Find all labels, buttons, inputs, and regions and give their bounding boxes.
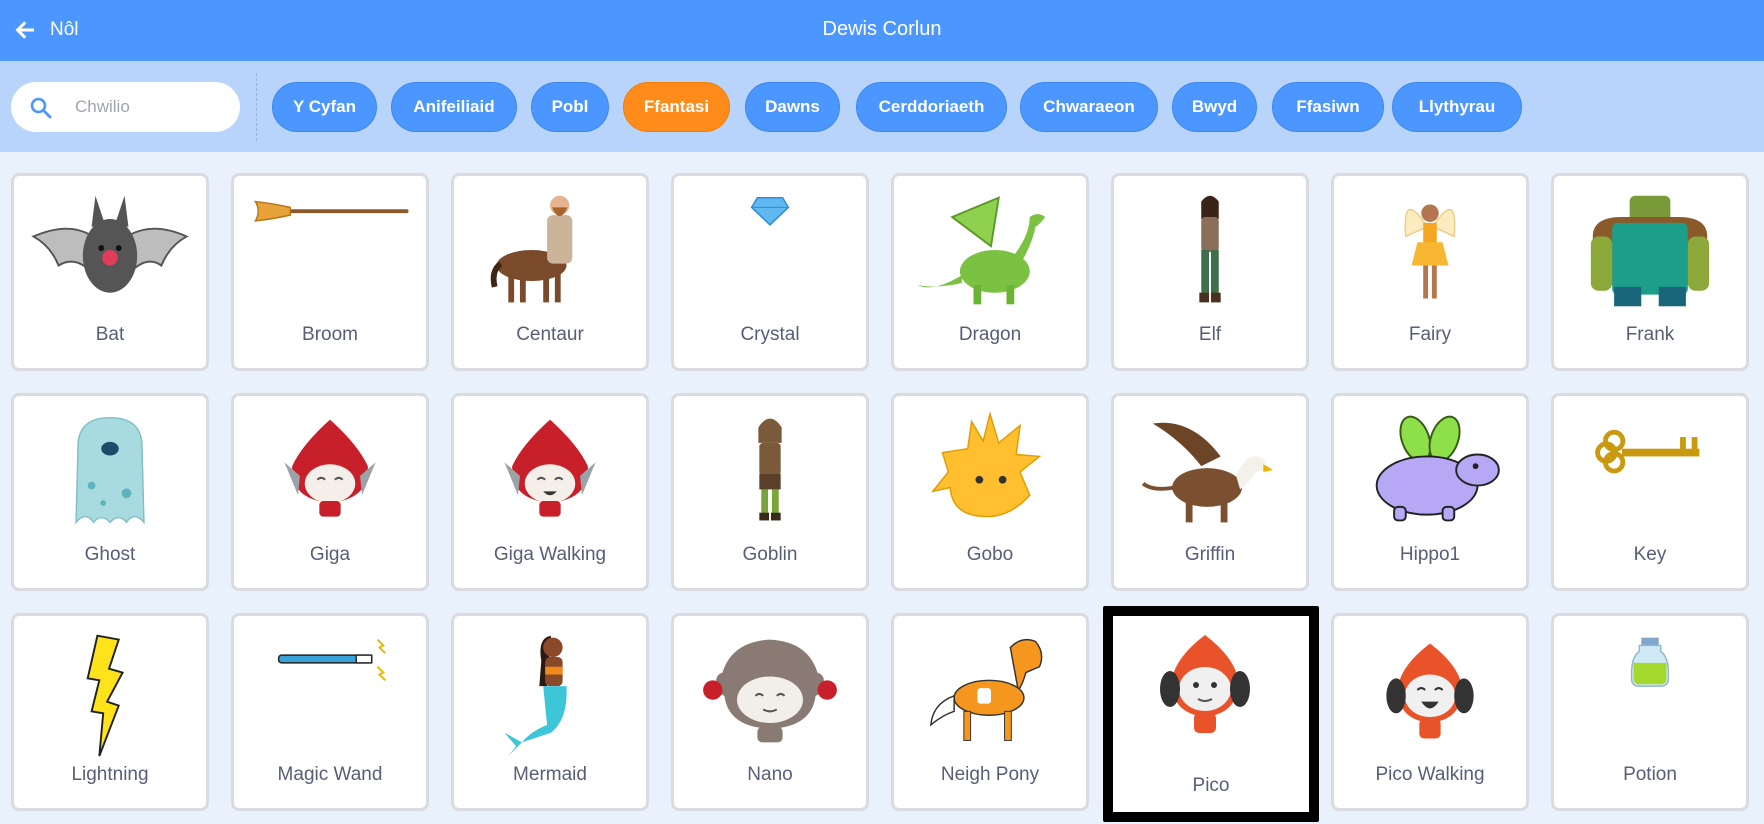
key-icon xyxy=(1595,429,1700,474)
sprite-name: Lightning xyxy=(71,764,149,785)
sprite-card-potion[interactable]: Potion xyxy=(1551,613,1749,811)
sprite-name: Gobo xyxy=(966,544,1014,565)
sprite-name: Elf xyxy=(1198,324,1222,345)
giga-walking-icon xyxy=(504,419,596,517)
pico-icon xyxy=(1160,635,1250,733)
nano-icon xyxy=(703,639,837,743)
sprite-name: Crystal xyxy=(740,324,800,345)
giga-icon xyxy=(284,419,376,517)
sprite-card-nano[interactable]: Nano xyxy=(671,613,869,811)
search-icon xyxy=(30,97,52,119)
sprite-card-pico[interactable]: Pico xyxy=(1103,606,1319,822)
pico-walking-icon xyxy=(1386,643,1474,739)
pony-icon xyxy=(929,638,1043,741)
fairy-icon xyxy=(1404,204,1456,299)
sprite-name: Neigh Pony xyxy=(940,764,1040,785)
elf-icon xyxy=(1199,195,1221,303)
sprite-name: Magic Wand xyxy=(277,764,383,785)
sprite-name: Pico Walking xyxy=(1375,764,1485,785)
tag-y-cyfan[interactable]: Y Cyfan xyxy=(272,82,377,132)
sprite-card-magic-wand[interactable]: Magic Wand xyxy=(231,613,429,811)
hippo-icon xyxy=(1375,415,1500,522)
sprite-card-griffin[interactable]: Griffin xyxy=(1111,393,1309,591)
sprite-card-frank[interactable]: Frank xyxy=(1551,173,1749,371)
search-box[interactable] xyxy=(11,82,240,132)
sprite-card-giga-walking[interactable]: Giga Walking xyxy=(451,393,649,591)
magic-wand-icon xyxy=(277,638,386,682)
bat-icon xyxy=(31,195,189,293)
sprite-name: Giga Walking xyxy=(493,544,607,565)
sprite-name: Nano xyxy=(747,764,793,785)
search-input[interactable] xyxy=(75,82,225,132)
griffin-icon xyxy=(1141,422,1274,523)
tag-bwyd[interactable]: Bwyd xyxy=(1172,82,1257,132)
frank-icon xyxy=(1590,195,1710,307)
sprite-card-broom[interactable]: Broom xyxy=(231,173,429,371)
potion-icon xyxy=(1630,637,1670,687)
sprite-name: Ghost xyxy=(84,544,136,565)
lightning-icon xyxy=(86,634,125,757)
filter-bar: Y Cyfan Anifeiliaid Pobl Ffantasi Dawns … xyxy=(0,61,1764,152)
sprite-card-bat[interactable]: Bat xyxy=(11,173,209,371)
sprite-card-goblin[interactable]: Goblin xyxy=(671,393,869,591)
tag-llythyrau[interactable]: Llythyrau xyxy=(1392,82,1522,132)
sprite-name: Dragon xyxy=(958,324,1022,345)
sprite-name: Fairy xyxy=(1408,324,1452,345)
tag-dawns[interactable]: Dawns xyxy=(745,82,840,132)
mermaid-icon xyxy=(504,635,567,756)
sprite-card-hippo1[interactable]: Hippo1 xyxy=(1331,393,1529,591)
sprite-grid: Bat Broom Centaur Crystal Dragon Elf Fai… xyxy=(0,152,1764,824)
sprite-name: Bat xyxy=(95,324,125,345)
sprite-card-fairy[interactable]: Fairy xyxy=(1331,173,1529,371)
sprite-card-giga[interactable]: Giga xyxy=(231,393,429,591)
tag-cerddoriaeth[interactable]: Cerddoriaeth xyxy=(856,82,1007,132)
sprite-card-elf[interactable]: Elf xyxy=(1111,173,1309,371)
sprite-card-key[interactable]: Key xyxy=(1551,393,1749,591)
top-bar: Nôl Dewis Corlun xyxy=(0,0,1764,61)
sprite-card-gobo[interactable]: Gobo xyxy=(891,393,1089,591)
sprite-card-crystal[interactable]: Crystal xyxy=(671,173,869,371)
sprite-name: Potion xyxy=(1623,764,1677,785)
sprite-name: Frank xyxy=(1625,324,1675,345)
sprite-card-ghost[interactable]: Ghost xyxy=(11,393,209,591)
tag-ffantasi[interactable]: Ffantasi xyxy=(623,82,730,132)
sprite-name: Broom xyxy=(302,324,358,345)
tag-anifeiliaid[interactable]: Anifeiliaid xyxy=(391,82,517,132)
sprite-card-mermaid[interactable]: Mermaid xyxy=(451,613,649,811)
sprite-name: Hippo1 xyxy=(1399,544,1461,565)
dragon-icon xyxy=(917,196,1046,305)
sprite-name: Key xyxy=(1633,544,1667,565)
sprite-card-centaur[interactable]: Centaur xyxy=(451,173,649,371)
sprite-card-lightning[interactable]: Lightning xyxy=(11,613,209,811)
sprite-name: Pico xyxy=(1192,775,1230,796)
ghost-icon xyxy=(75,416,145,525)
sprite-name: Goblin xyxy=(742,544,798,565)
sprite-name: Centaur xyxy=(516,324,584,345)
tag-chwaraeon[interactable]: Chwaraeon xyxy=(1020,82,1158,132)
sprite-card-pico-walking[interactable]: Pico Walking xyxy=(1331,613,1529,811)
page-title: Dewis Corlun xyxy=(822,18,942,40)
tag-pobl[interactable]: Pobl xyxy=(531,82,609,132)
sprite-name: Mermaid xyxy=(513,764,587,785)
filter-divider xyxy=(256,73,257,141)
sprite-name: Griffin xyxy=(1184,544,1236,565)
sprite-card-neigh-pony[interactable]: Neigh Pony xyxy=(891,613,1089,811)
sprite-card-dragon[interactable]: Dragon xyxy=(891,173,1089,371)
gobo-icon xyxy=(930,411,1042,518)
crystal-icon xyxy=(750,196,790,226)
centaur-icon xyxy=(490,195,573,303)
tag-ffasiwn[interactable]: Ffasiwn xyxy=(1272,82,1384,132)
goblin-icon xyxy=(758,418,782,521)
broom-icon xyxy=(253,200,409,222)
sprite-name: Giga xyxy=(309,544,351,565)
